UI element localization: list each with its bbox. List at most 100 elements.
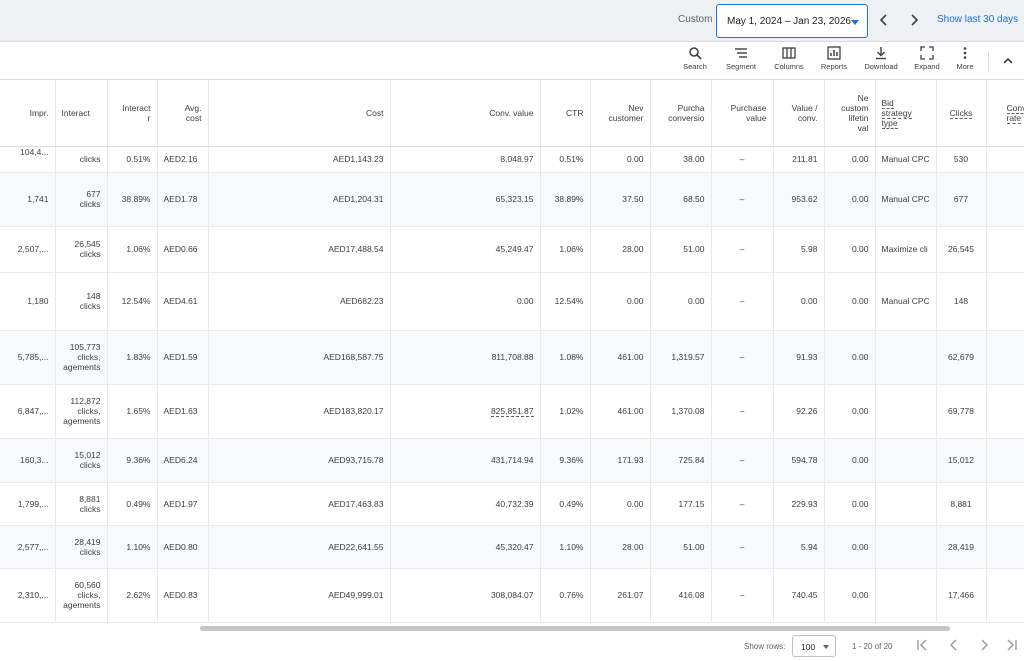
cell-avg-cost: AED2.16 xyxy=(157,146,209,173)
reports-label: Reports xyxy=(820,62,848,71)
col-header-purchase-value[interactable]: Purchase value xyxy=(711,80,774,147)
col-header-new-customer-lifetime-value[interactable]: Ne custom lifetin val xyxy=(824,80,876,147)
table-row[interactable]: 1,741 677 clicks 38.89% AED1.78 AED1,204.31 6… xyxy=(0,172,1024,227)
table-row[interactable]: 2,310,... 60,560 clicks, agements 2.62% AED… xyxy=(0,568,1024,623)
table-row[interactable]: 1,799,... 8,881 clicks 0.49% AED1.97 AED17,4… xyxy=(0,482,1024,526)
cell-ctr: 38.89% xyxy=(540,172,591,227)
cell-purchase-conversions: 51.00 xyxy=(650,226,712,273)
cell-cost: AED17,463.83 xyxy=(208,482,391,526)
cell-purchase-value: – xyxy=(711,272,774,331)
chevron-left-icon[interactable] xyxy=(874,10,894,30)
cell-interaction-rate: 1.83% xyxy=(107,330,158,385)
segment-button[interactable]: Segment xyxy=(718,46,764,71)
more-button[interactable]: More xyxy=(942,46,988,71)
table-row[interactable]: 1,180 148 clicks 12.54% AED4.61 AED682.23 0.0… xyxy=(0,272,1024,331)
cell-conv-rate: 28.48% xyxy=(986,226,1024,273)
show-last-30-days-link[interactable]: Show last 30 days xyxy=(937,14,1018,25)
segment-icon xyxy=(735,48,747,58)
cell-ctr: 1.02% xyxy=(540,384,591,439)
cell-ctr: 0.49% xyxy=(540,482,591,526)
cell-purchase-value: – xyxy=(711,330,774,385)
download-label: Download xyxy=(864,62,898,71)
cell-bid-strategy-type: Manual CPC xyxy=(875,272,937,331)
col-header-new-customers[interactable]: Nev customer xyxy=(590,80,651,147)
table-pagination: Show rows: 100 1 - 20 of 20 xyxy=(0,632,1024,661)
cell-value-per-conv: 594.78 xyxy=(773,438,825,483)
cell-new-customer-ltv: 0.00 xyxy=(824,438,876,483)
toolbar-divider xyxy=(988,52,989,72)
cell-conv-value: 431,714.94 xyxy=(390,438,541,483)
table-row[interactable]: 2,577,... 28,419 clicks 1.10% AED0.80 AED22,… xyxy=(0,525,1024,569)
search-label: Search xyxy=(683,62,707,71)
cell-new-customer-ltv: 0.00 xyxy=(824,172,876,227)
more-vert-icon xyxy=(963,47,967,59)
segment-label: Segment xyxy=(725,62,757,71)
cell-conv-rate: 8.35% xyxy=(986,330,1024,385)
custom-label: Custom xyxy=(678,14,713,25)
campaign-stats-table: Impr. Interact Interact r Avg. cost Cost… xyxy=(0,80,1024,623)
first-page-icon[interactable] xyxy=(914,637,930,656)
horizontal-scrollbar[interactable] xyxy=(200,626,950,631)
table-row[interactable]: 5,785,... 105,773 clicks, agements 1.83% AE… xyxy=(0,330,1024,385)
cell-new-customers: 461.00 xyxy=(590,330,651,385)
col-header-cost[interactable]: Cost xyxy=(208,80,391,147)
prev-page-icon[interactable] xyxy=(946,637,962,656)
table-row[interactable]: 104,4... clicks 0.51% AED2.16 AED1,143.23 8,0… xyxy=(0,146,1024,173)
cell-ctr: 12.54% xyxy=(540,272,591,331)
cell-new-customers: 28.00 xyxy=(590,525,651,569)
col-header-bid-strategy-type[interactable]: Bid strategy type xyxy=(875,80,937,147)
download-button[interactable]: Download xyxy=(858,46,904,71)
cell-interactions: 677 clicks xyxy=(55,172,108,227)
cell-impr: 5,785,... xyxy=(0,330,56,385)
cell-clicks: 62,679 xyxy=(936,330,987,385)
cell-new-customer-ltv: 0.00 xyxy=(824,384,876,439)
cell-new-customer-ltv: 0.00 xyxy=(824,330,876,385)
table-row[interactable]: 160,3... 15,012 clicks 9.36% AED6.24 AED93,7… xyxy=(0,438,1024,483)
chevron-right-icon[interactable] xyxy=(904,10,924,30)
col-header-impr[interactable]: Impr. xyxy=(0,80,56,147)
next-page-icon[interactable] xyxy=(976,637,992,656)
cell-new-customer-ltv: 0.00 xyxy=(824,226,876,273)
cell-conv-rate: 10.12% xyxy=(986,172,1024,227)
col-header-interactions[interactable]: Interact xyxy=(55,80,108,147)
reports-button[interactable]: Reports xyxy=(811,46,857,71)
cell-conv-value: 308,084.07 xyxy=(390,568,541,623)
cell-new-customer-ltv: 0.00 xyxy=(824,525,876,569)
rows-per-page-select[interactable]: 100 xyxy=(792,635,836,657)
cell-bid-strategy-type xyxy=(875,438,937,483)
cell-interaction-rate: 1.10% xyxy=(107,525,158,569)
cell-cost: AED682.23 xyxy=(208,272,391,331)
cell-purchase-value: – xyxy=(711,226,774,273)
col-header-interaction-rate[interactable]: Interact r xyxy=(107,80,158,147)
data-table-container[interactable]: Impr. Interact Interact r Avg. cost Cost… xyxy=(0,80,1024,626)
expand-icon xyxy=(920,46,934,60)
cell-conv-rate: 7.93% xyxy=(986,384,1024,439)
col-header-clicks[interactable]: Clicks xyxy=(936,80,987,147)
cell-conv-value: 45,249.47 xyxy=(390,226,541,273)
cell-bid-strategy-type xyxy=(875,384,937,439)
cell-conv-value: 0.00 xyxy=(390,272,541,331)
cell-cost: AED93,715.78 xyxy=(208,438,391,483)
cell-bid-strategy-type: Manual CPC xyxy=(875,146,937,173)
table-toolbar: Search Segment Columns Reports Download … xyxy=(0,42,1024,80)
table-row[interactable]: 6,847,... 112,872 clicks, agements 1.65% AE… xyxy=(0,384,1024,439)
col-header-ctr[interactable]: CTR xyxy=(540,80,591,147)
collapse-chevron-up-icon[interactable] xyxy=(1000,53,1016,74)
cell-impr: 2,507,... xyxy=(0,226,56,273)
date-range-select[interactable]: May 1, 2024 – Jan 23, 2026 xyxy=(716,4,868,38)
col-header-conv-rate[interactable]: Conv. rate xyxy=(986,80,1024,147)
col-header-conv-value[interactable]: Conv. value xyxy=(390,80,541,147)
col-header-avg-cost[interactable]: Avg. cost xyxy=(157,80,209,147)
table-row[interactable]: 2,507,... 26,545 clicks 1.06% AED0.66 AED17,… xyxy=(0,226,1024,273)
cell-purchase-conversions: 725.84 xyxy=(650,438,712,483)
cell-purchase-conversions: 1,370.08 xyxy=(650,384,712,439)
columns-button[interactable]: Columns xyxy=(766,46,812,71)
search-button[interactable]: Search xyxy=(672,46,718,71)
col-header-purchase-conversions[interactable]: Purcha conversio xyxy=(650,80,712,147)
cell-new-customers: 0.00 xyxy=(590,482,651,526)
last-page-icon[interactable] xyxy=(1004,637,1020,656)
cell-purchase-conversions: 1,319.57 xyxy=(650,330,712,385)
col-header-value-per-conv[interactable]: Value / conv. xyxy=(773,80,825,147)
cell-bid-strategy-type: Maximize cli xyxy=(875,226,937,273)
cell-clicks: 15,012 xyxy=(936,438,987,483)
